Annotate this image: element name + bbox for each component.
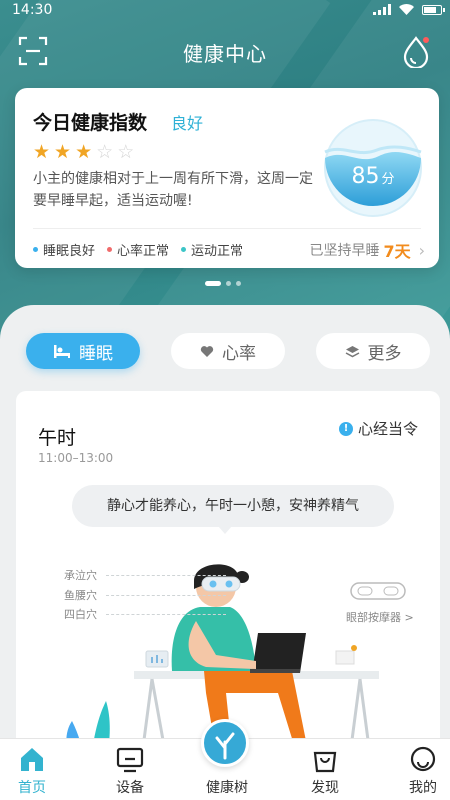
nav-label: 我的 <box>409 780 437 796</box>
heart-icon <box>200 345 214 357</box>
info-icon: ! <box>338 421 353 436</box>
wifi-icon <box>399 4 414 15</box>
streak-label: 已坚持早睡 <box>309 243 380 259</box>
legend-label: 心率正常 <box>117 244 170 259</box>
health-grade: 良好 <box>171 114 204 133</box>
tab-label: 睡眠 <box>79 343 113 364</box>
status-time: 14:30 <box>12 2 53 18</box>
health-description: 小主的健康相对于上一周有所下滑，这周一定要早睡早起，适当运动喔! <box>33 171 313 209</box>
profile-icon <box>410 746 436 772</box>
page-title: 健康中心 <box>183 42 267 66</box>
eye-massager-label: 眼部按摩器 > <box>346 611 414 624</box>
signal-icon <box>373 4 391 15</box>
early-sleep-streak[interactable]: 已坚持早睡 7天 › <box>309 238 425 262</box>
acupoint-line <box>106 575 226 576</box>
acupoint-line <box>106 614 226 615</box>
nav-label: 发现 <box>311 780 339 796</box>
tree-icon <box>201 719 249 767</box>
status-legend: 睡眠良好 心率正常 运动正常 <box>33 240 243 259</box>
star-icon: ★ <box>54 141 72 163</box>
star-icon: ☆ <box>96 141 114 163</box>
legend-dot <box>33 247 38 252</box>
nav-label: 健康树 <box>206 780 248 796</box>
nav-health-tree[interactable]: 健康树 <box>182 719 272 800</box>
nav-discover[interactable]: 发现 <box>280 739 370 800</box>
acupoint-label: 承泣穴 <box>64 569 97 582</box>
tab-label: 更多 <box>367 343 402 364</box>
sleep-icon <box>54 345 70 358</box>
acupoint-line <box>106 595 226 596</box>
nav-devices[interactable]: 设备 <box>85 739 175 800</box>
tip-bubble: 静心才能养心，午时一小憩，安神养精气 <box>72 485 394 534</box>
nav-profile[interactable]: 我的 <box>378 739 450 800</box>
layers-icon <box>345 345 359 357</box>
legend-label: 运动正常 <box>191 244 244 259</box>
health-index-title: 今日健康指数 <box>33 112 148 134</box>
shopping-bag-icon <box>313 751 337 773</box>
nav-label: 设备 <box>116 780 144 796</box>
star-icon: ☆ <box>117 141 135 163</box>
legend-dot <box>181 247 187 252</box>
tab-sleep[interactable]: 睡眠 <box>26 333 140 369</box>
battery-icon <box>422 4 445 15</box>
app-header: 健康中心 <box>0 30 450 74</box>
meridian-label: 心经当令 <box>357 420 418 438</box>
score-unit: 分 <box>381 172 395 187</box>
legend-dot <box>107 247 113 252</box>
health-score: 85 <box>351 164 380 189</box>
nav-label: 首页 <box>18 780 46 796</box>
acupoint-label: 四白穴 <box>64 608 97 621</box>
home-icon <box>21 748 43 771</box>
eye-massager-icon <box>350 582 406 600</box>
score-orb: 85 分 <box>323 118 423 218</box>
health-index-card[interactable]: 今日健康指数 良好 ★ ★ ★ ☆ ☆ 小主的健康相对于上一周有所下滑，这周一定… <box>15 88 439 268</box>
category-tabs: 睡眠 心率 更多 <box>26 333 430 369</box>
bottom-tab-bar: 首页 设备 健康树 发现 我的 <box>0 719 450 800</box>
time-range: 11:00–13:00 <box>38 451 114 465</box>
tab-heart-rate[interactable]: 心率 <box>171 333 285 369</box>
nav-home[interactable]: 首页 <box>0 739 77 800</box>
tab-more[interactable]: 更多 <box>316 333 430 369</box>
pager-dot <box>205 281 221 286</box>
pager-dot <box>236 281 241 286</box>
divider <box>33 228 421 229</box>
pager-dot <box>226 281 231 286</box>
star-icon: ★ <box>33 141 51 163</box>
monitor-icon <box>116 747 144 773</box>
carousel-pager <box>205 281 241 286</box>
water-drop-icon[interactable] <box>402 34 430 68</box>
status-bar: 14:30 <box>0 0 450 22</box>
legend-label: 睡眠良好 <box>43 244 96 259</box>
tab-label: 心率 <box>222 343 256 364</box>
chevron-right-icon: › <box>418 240 425 260</box>
acupoint-label: 鱼腰穴 <box>64 589 97 602</box>
rating-stars: ★ ★ ★ ☆ ☆ <box>33 142 134 162</box>
time-period: 午时 <box>38 427 77 449</box>
star-icon: ★ <box>75 141 93 163</box>
meridian-info[interactable]: ! 心经当令 <box>338 418 418 439</box>
streak-days: 7天 <box>383 242 411 261</box>
eye-massager-link[interactable]: 眼部按摩器 > <box>346 581 414 625</box>
